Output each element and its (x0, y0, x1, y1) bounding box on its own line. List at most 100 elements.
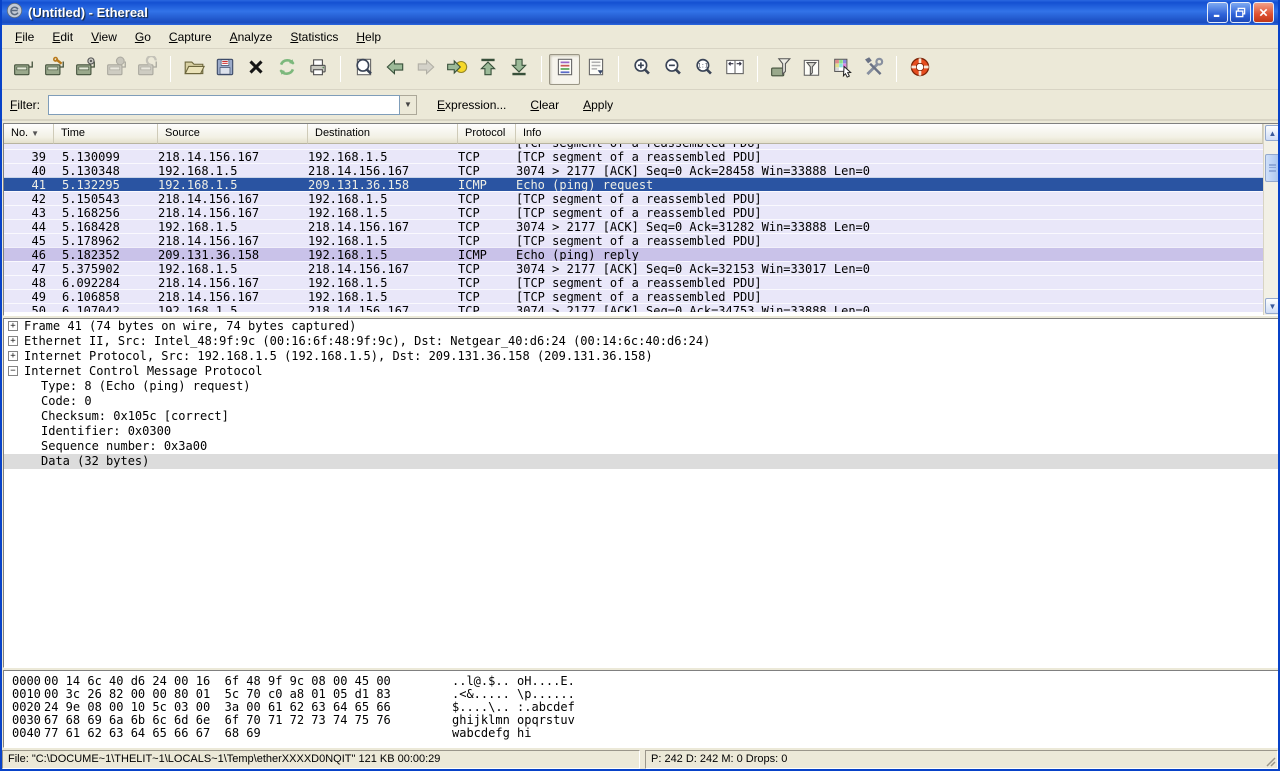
colorize-toggle[interactable] (549, 54, 580, 85)
preferences-icon (863, 56, 885, 83)
packet-row[interactable]: 465.182352209.131.36.158192.168.1.5ICMPE… (4, 247, 1263, 261)
column-header-time[interactable]: Time (54, 124, 158, 144)
close-button[interactable] (1253, 2, 1274, 23)
packet-row[interactable]: 506.107042192.168.1.5218.14.156.167TCP30… (4, 303, 1263, 312)
collapse-icon[interactable]: − (8, 366, 18, 376)
packet-row[interactable]: 395.130099218.14.156.167192.168.1.5TCP[T… (4, 149, 1263, 163)
go-to-top-button[interactable] (472, 54, 503, 85)
detail-line[interactable]: Type: 8 (Echo (ping) request) (4, 379, 1280, 394)
filter-apply-button[interactable]: Apply (579, 96, 617, 114)
menu-statistics[interactable]: Statistics (281, 27, 347, 47)
column-header-protocol[interactable]: Protocol (458, 124, 516, 144)
open-capture-button[interactable] (178, 54, 209, 85)
packet-row[interactable]: 496.106858218.14.156.167192.168.1.5TCP[T… (4, 289, 1263, 303)
go-back-button[interactable] (379, 54, 410, 85)
menu-capture[interactable]: Capture (160, 27, 221, 47)
menu-analyze[interactable]: Analyze (221, 27, 282, 47)
detail-line[interactable]: +Ethernet II, Src: Intel_48:9f:9c (00:16… (4, 334, 1280, 349)
preferences-button[interactable] (858, 54, 889, 85)
help-button[interactable] (904, 54, 935, 85)
menu-file[interactable]: File (6, 27, 43, 47)
find-packet-button[interactable] (348, 54, 379, 85)
filter-dropdown-button[interactable]: ▼ (400, 95, 417, 115)
detail-line[interactable]: Identifier: 0x0300 (4, 424, 1280, 439)
packet-row[interactable]: 435.168256218.14.156.167192.168.1.5TCP[T… (4, 205, 1263, 219)
resize-columns-button[interactable] (719, 54, 750, 85)
close-icon (245, 56, 267, 83)
column-header-destination[interactable]: Destination (308, 124, 458, 144)
zoom-100-icon: 1:1 (693, 56, 715, 83)
packet-row-partial-top[interactable]: [TCP segment of a reassembled PDU] (4, 144, 1263, 149)
menu-edit[interactable]: Edit (43, 27, 82, 47)
reload-button[interactable] (271, 54, 302, 85)
capture-stop-button[interactable] (101, 54, 132, 85)
packet-list-scrollbar[interactable]: ▲ ▼ (1263, 124, 1280, 315)
auto-scroll-toggle[interactable] (580, 54, 611, 85)
save-capture-button[interactable] (209, 54, 240, 85)
hex-bytes: 77 61 62 63 64 65 66 67 68 69 (44, 727, 452, 740)
filter-input[interactable] (48, 95, 400, 115)
scrollbar-thumb[interactable] (1265, 154, 1280, 182)
detail-line[interactable]: Code: 0 (4, 394, 1280, 409)
packet-row-partial-bottom[interactable]: 506.107042192.168.1.5218.14.156.167TCP30… (4, 303, 1263, 312)
go-to-bottom-button[interactable] (503, 54, 534, 85)
display-filter-button[interactable] (796, 54, 827, 85)
detail-line[interactable]: Data (32 bytes) (4, 454, 1280, 469)
ethereal-logo-icon (6, 2, 23, 24)
print-button[interactable] (302, 54, 333, 85)
go-forward-button[interactable] (410, 54, 441, 85)
detail-line[interactable]: +Frame 41 (74 bytes on wire, 74 bytes ca… (4, 319, 1280, 334)
packet-row[interactable]: 415.132295192.168.1.5209.131.36.158ICMPE… (4, 177, 1263, 191)
packet-row[interactable]: 486.092284218.14.156.167192.168.1.5TCP[T… (4, 275, 1263, 289)
zoom-in-button[interactable] (626, 54, 657, 85)
netcard-stop-icon (106, 56, 128, 83)
zoom-100-button[interactable]: 1:1 (688, 54, 719, 85)
capture-options-button[interactable] (39, 54, 70, 85)
restore-button[interactable] (1230, 2, 1251, 23)
detail-line[interactable]: −Internet Control Message Protocol (4, 364, 1280, 379)
netcard-wrench-icon (44, 56, 66, 83)
close-capture-button[interactable] (240, 54, 271, 85)
window-title: (Untitled) - Ethereal (28, 5, 1207, 20)
scroll-up-button[interactable]: ▲ (1265, 125, 1280, 141)
resize-grip[interactable] (1263, 754, 1277, 768)
detail-line[interactable]: Sequence number: 0x3a00 (4, 439, 1280, 454)
menu-go[interactable]: Go (126, 27, 160, 47)
arrow-right-icon (415, 56, 437, 83)
column-header-source[interactable]: Source (158, 124, 308, 144)
capture-start-button[interactable] (70, 54, 101, 85)
menu-view[interactable]: View (82, 27, 126, 47)
filter-label: Filter: (10, 98, 40, 112)
coloring-rules-button[interactable] (827, 54, 858, 85)
go-to-packet-button[interactable] (441, 54, 472, 85)
column-header-info[interactable]: Info (516, 124, 1263, 144)
expand-icon[interactable]: + (8, 336, 18, 346)
hex-line[interactable]: 004077 61 62 63 64 65 66 67 68 69wabcdef… (4, 727, 1280, 740)
expand-icon[interactable]: + (8, 321, 18, 331)
scroll-down-button[interactable]: ▼ (1265, 298, 1280, 314)
title-bar[interactable]: (Untitled) - Ethereal (2, 0, 1278, 25)
capture-filter-button[interactable] (765, 54, 796, 85)
filter-expression-button[interactable]: Expression... (433, 96, 510, 114)
toolbar-separator (896, 56, 897, 82)
detail-line[interactable]: +Internet Protocol, Src: 192.168.1.5 (19… (4, 349, 1280, 364)
detail-line[interactable]: Checksum: 0x105c [correct] (4, 409, 1280, 424)
filter-clear-button[interactable]: Clear (526, 96, 563, 114)
capture-restart-button[interactable] (132, 54, 163, 85)
packet-row[interactable]: 455.178962218.14.156.167192.168.1.5TCP[T… (4, 233, 1263, 247)
packet-row[interactable]: [TCP segment of a reassembled PDU] (4, 144, 1263, 149)
arrow-bottom-icon (508, 56, 530, 83)
packet-row[interactable]: 425.150543218.14.156.167192.168.1.5TCP[T… (4, 191, 1263, 205)
menu-help[interactable]: Help (347, 27, 390, 47)
packet-row[interactable]: 405.130348192.168.1.5218.14.156.167TCP30… (4, 163, 1263, 177)
packet-row[interactable]: 445.168428192.168.1.5218.14.156.167TCP30… (4, 219, 1263, 233)
chevron-down-icon: ▼ (404, 100, 412, 109)
printer-icon (307, 56, 329, 83)
column-header-no[interactable]: No.▼ (4, 124, 54, 144)
zoom-out-button[interactable] (657, 54, 688, 85)
expand-icon[interactable]: + (8, 351, 18, 361)
minimize-button[interactable] (1207, 2, 1228, 23)
interface-list-button[interactable] (8, 54, 39, 85)
netcard-icon (13, 56, 35, 83)
packet-row[interactable]: 475.375902192.168.1.5218.14.156.167TCP30… (4, 261, 1263, 275)
